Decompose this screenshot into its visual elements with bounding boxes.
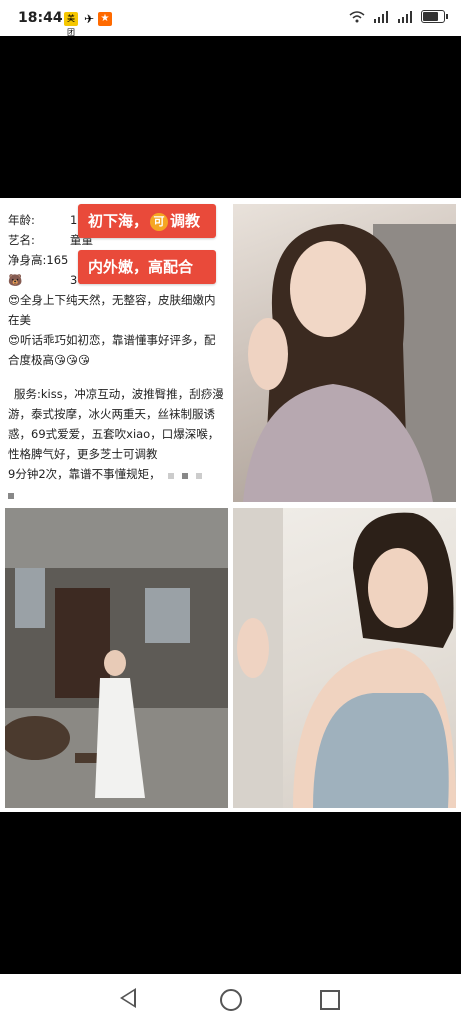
back-icon[interactable] xyxy=(120,988,136,1008)
clock: 18:44 xyxy=(18,10,63,26)
extra-text: 9分钟2次，靠谱不事懂规矩， xyxy=(8,467,161,481)
badge1-circle: 可 xyxy=(150,212,169,231)
tanktop-illustration xyxy=(233,508,456,808)
status-icons xyxy=(349,10,448,23)
post-content: 年龄:18 艺名:童童 净身高:165 🐻36D 😍全身上下纯天然，无整容，皮肤… xyxy=(0,198,461,812)
obscured-dots xyxy=(164,465,206,485)
extra-line: 9分钟2次，靠谱不事懂规矩， xyxy=(8,464,226,485)
promo-badge-2: 内外嫩，高配合 xyxy=(78,250,216,284)
recent-apps-icon[interactable] xyxy=(320,990,340,1010)
sport-app-icon: ★ xyxy=(98,12,112,26)
signal-icon-2 xyxy=(398,10,412,23)
portrait-photo[interactable] xyxy=(233,204,456,502)
height-value: 净身高:165 xyxy=(8,253,69,267)
status-bar: 18:44 美团 ✈ ★ xyxy=(0,0,461,37)
outdoor-illustration xyxy=(5,508,228,808)
age-label: 年龄: xyxy=(8,213,35,227)
obscured-dots-2 xyxy=(8,485,226,505)
promo-badge-1: 初下海，可调教 xyxy=(78,204,216,238)
airplane-app-icon: ✈ xyxy=(83,12,95,26)
home-icon[interactable] xyxy=(220,989,242,1011)
outdoor-photo[interactable] xyxy=(5,508,228,808)
signal-icon xyxy=(374,10,388,23)
badge1-text-b: 调教 xyxy=(170,212,201,230)
name-label: 艺名: xyxy=(8,233,35,247)
description-line-2: 😍听话乖巧如初恋，靠谱懂事好评多，配合度极高😘😘😘 xyxy=(8,333,216,367)
portrait-illustration xyxy=(243,224,456,502)
meituan-app-icon: 美团 xyxy=(64,12,78,37)
services-text: 服务:kiss，冲凉互动，波推臀推，刮痧漫游，泰式按摩，冰火两重天，丝袜制服诱惑… xyxy=(8,387,224,461)
wifi-icon xyxy=(349,10,365,22)
description-line-1: 😍全身上下纯天然，无整容，皮肤细嫩内在美 xyxy=(8,293,216,327)
tanktop-photo[interactable] xyxy=(233,508,456,808)
navigation-bar xyxy=(0,974,461,1024)
bear-icon: 🐻 xyxy=(8,273,23,287)
battery-icon xyxy=(421,10,448,23)
badge1-text-a: 初下海， xyxy=(88,212,149,230)
